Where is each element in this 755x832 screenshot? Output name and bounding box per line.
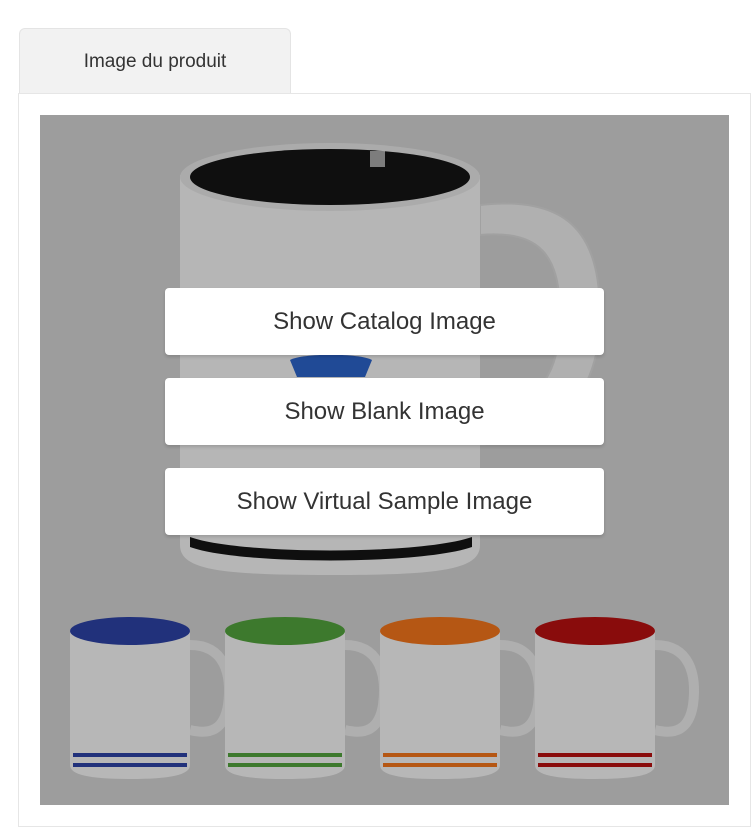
show-virtual-sample-image-label: Show Virtual Sample Image — [236, 487, 533, 515]
image-dim-overlay — [40, 115, 729, 805]
tab-label: Image du produit — [83, 50, 227, 72]
show-catalog-image-button[interactable]: Show Catalog Image — [165, 288, 604, 355]
tab-product-image[interactable]: Image du produit — [19, 28, 291, 94]
show-catalog-image-label: Show Catalog Image — [273, 307, 496, 335]
show-blank-image-button[interactable]: Show Blank Image — [165, 378, 604, 445]
show-blank-image-label: Show Blank Image — [284, 397, 485, 425]
product-image: Show Catalog Image Show Blank Image Show… — [40, 115, 729, 805]
show-virtual-sample-image-button[interactable]: Show Virtual Sample Image — [165, 468, 604, 535]
